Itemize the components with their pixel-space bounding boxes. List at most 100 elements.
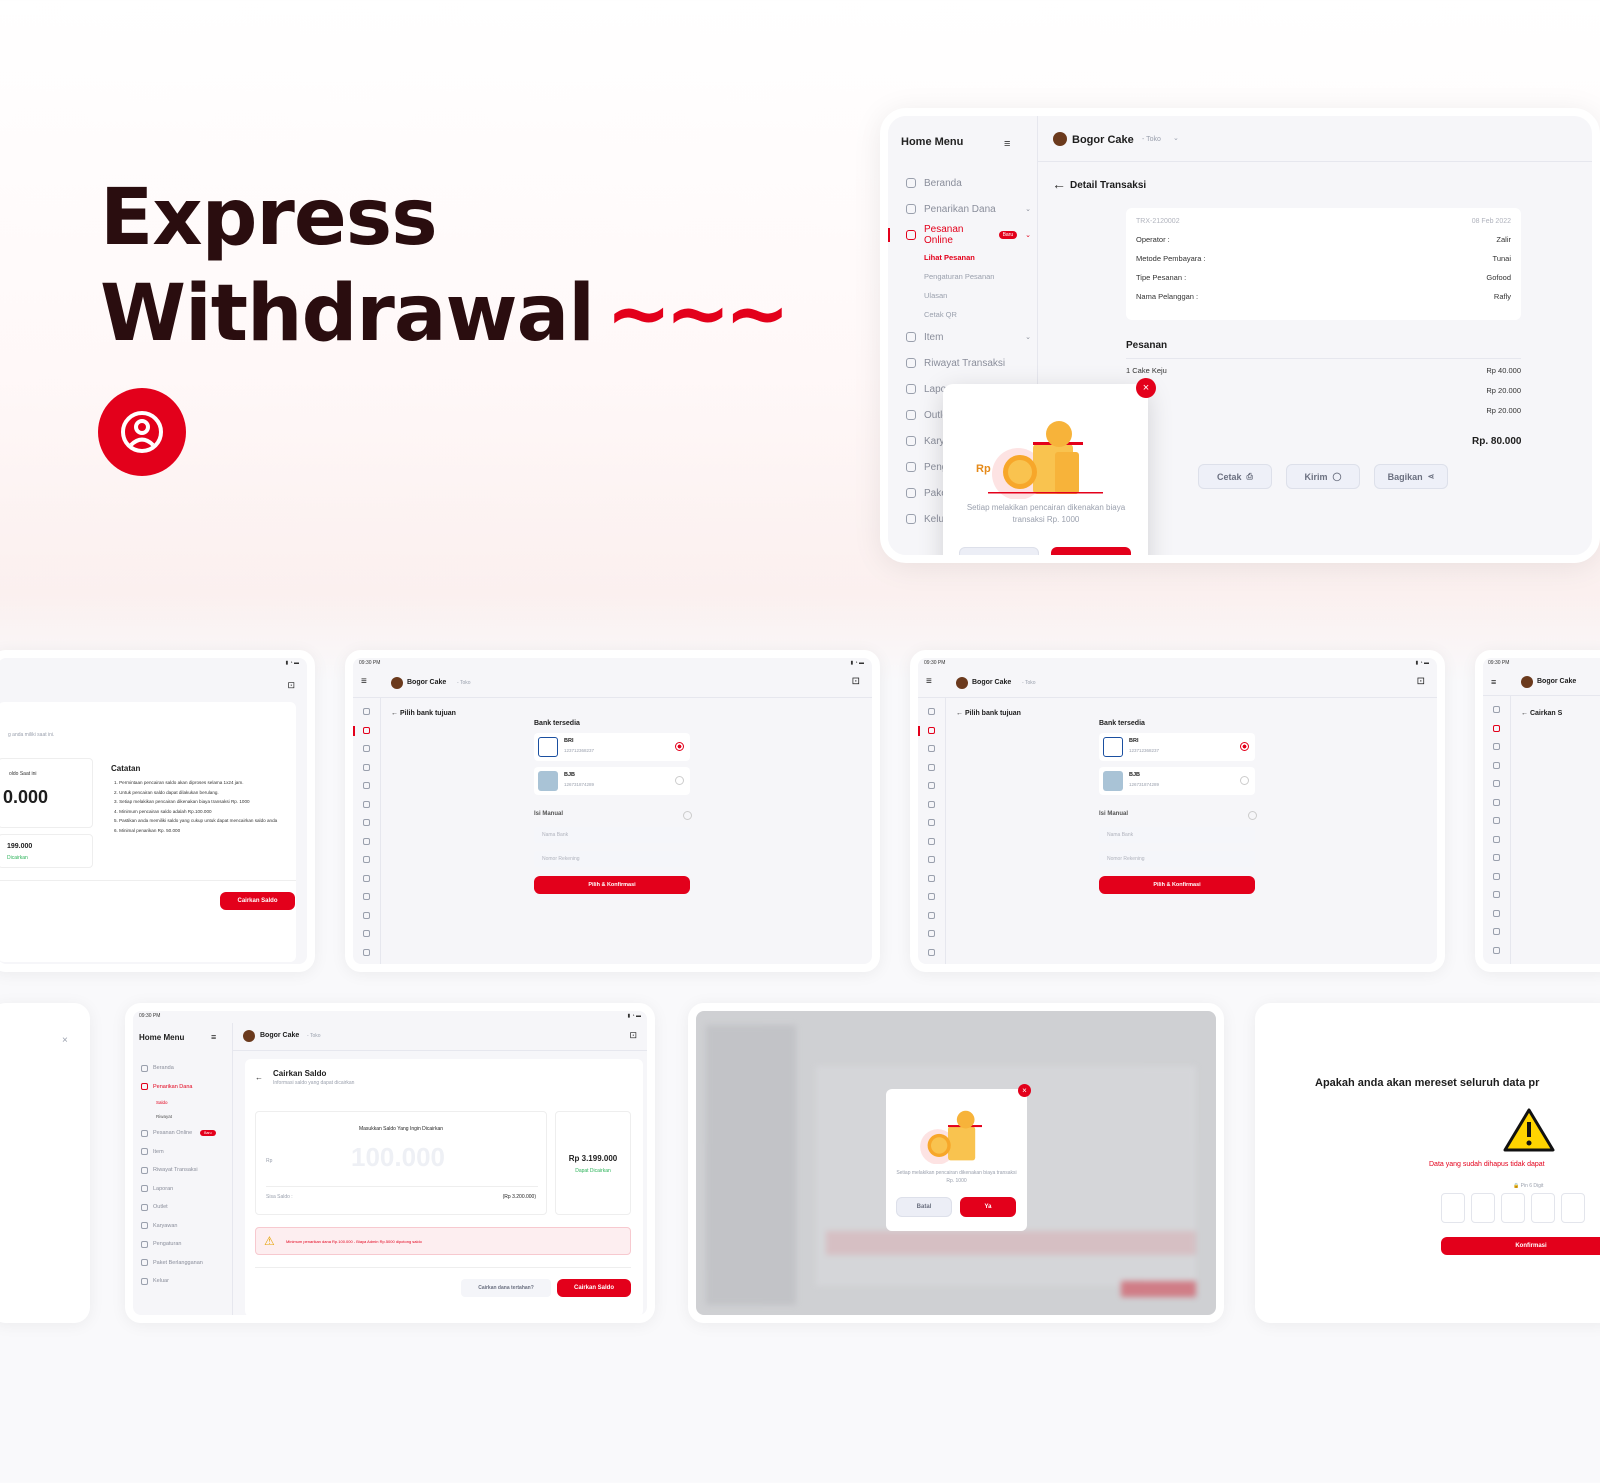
bank-name-input[interactable]: Nama Bank [534, 827, 690, 843]
sidebar-item-paket-berlangganan[interactable]: Paket Berlangganan [141, 1254, 231, 1273]
chevron-down-icon[interactable]: ⌄ [1025, 231, 1031, 239]
sidebar-icon[interactable] [363, 948, 370, 956]
sidebar-item-riwayat-transaksi[interactable]: Riwayat Transaksi [141, 1161, 231, 1180]
sidebar-icon[interactable] [363, 856, 370, 863]
cairkan-saldo-button[interactable]: Cairkan Saldo [220, 892, 295, 910]
confirm-bank-button[interactable]: Pilih & Konfirmasi [1099, 876, 1255, 894]
sidebar-item-penarikan-dana[interactable]: Penarikan Dana ⌄ [906, 196, 1031, 222]
tertahan-button[interactable]: Cairkan dana tertahan? [461, 1279, 551, 1297]
menu-toggle-icon[interactable]: ≡ [211, 1032, 216, 1042]
sidebar-icon[interactable] [363, 745, 370, 752]
sidebar-item-keluar[interactable]: Keluar [141, 1272, 231, 1291]
sidebar-item-laporan[interactable]: Laporan [141, 1180, 231, 1199]
sidebar-icon[interactable] [1493, 872, 1500, 880]
sidebar-item-penarikan-dana[interactable]: Penarikan Dana [141, 1078, 231, 1097]
sidebar-item-item[interactable]: Item ⌄ [906, 324, 1031, 350]
pin-digit-box[interactable] [1441, 1193, 1465, 1223]
sidebar-icon[interactable] [1493, 909, 1500, 917]
radio-button[interactable] [1240, 742, 1249, 751]
close-icon[interactable]: × [1136, 378, 1156, 398]
cancel-button[interactable]: Batal [896, 1197, 952, 1217]
sidebar-icon[interactable] [363, 763, 370, 771]
account-number-input[interactable]: Nomor Rekening [1099, 851, 1255, 867]
radio-button[interactable] [1248, 811, 1257, 820]
sidebar-icon[interactable] [363, 800, 370, 808]
submenu-item[interactable]: Ulasan [906, 286, 1031, 305]
sidebar-item-pesanan-online[interactable]: Pesanan Online Baru [141, 1124, 231, 1143]
pin-digit-box[interactable] [1561, 1193, 1585, 1223]
confirm-button[interactable]: Ya [1051, 547, 1131, 555]
scan-icon[interactable]: ⊡ [629, 1030, 637, 1041]
sidebar-icon[interactable] [363, 874, 370, 882]
menu-icon[interactable]: ≡ [361, 676, 367, 687]
sidebar-item-karyawan[interactable]: Karyawan [141, 1217, 231, 1236]
amount-input-box[interactable]: Masukkan Saldo Yang Ingin Dicairkan Rp 1… [255, 1111, 547, 1215]
sidebar-icon[interactable] [1493, 798, 1500, 806]
back-arrow-icon[interactable]: ← [255, 1073, 263, 1082]
pin-digit-box[interactable] [1471, 1193, 1495, 1223]
sidebar-icon[interactable] [1493, 780, 1500, 787]
sidebar-icon[interactable] [1493, 724, 1500, 732]
radio-button[interactable] [675, 742, 684, 751]
bank-option-bjb[interactable]: BJB 126731874289 [534, 767, 690, 795]
account-number-input[interactable]: Nomor Rekening [534, 851, 690, 867]
radio-button[interactable] [675, 776, 684, 785]
menu-icon[interactable]: ≡ [1491, 677, 1496, 687]
pin-digit-box[interactable] [1501, 1193, 1525, 1223]
sidebar-icon[interactable] [1493, 817, 1500, 824]
sidebar-icon[interactable] [928, 708, 935, 715]
submenu-item[interactable]: Riwayat [141, 1110, 231, 1124]
bagikan-button[interactable]: Bagikan ⋖ [1374, 464, 1448, 489]
chevron-down-icon[interactable]: ⌄ [1173, 134, 1179, 142]
sidebar-item-beranda[interactable]: Beranda [141, 1059, 231, 1078]
sidebar-icon[interactable] [363, 893, 370, 900]
submenu-item[interactable]: Cetak QR [906, 305, 1031, 324]
sidebar-icon[interactable] [928, 930, 935, 937]
scan-icon[interactable]: ⊡ [1417, 676, 1425, 687]
sidebar-icon[interactable] [1493, 891, 1500, 898]
sidebar-icon[interactable] [1493, 761, 1500, 769]
store-name[interactable]: Bogor Cake [1072, 134, 1134, 146]
bank-option-bri[interactable]: BRI 123712368237 [1099, 733, 1255, 761]
sidebar-icon[interactable] [928, 763, 935, 771]
radio-button[interactable] [1240, 776, 1249, 785]
sidebar-icon[interactable] [363, 837, 370, 845]
sidebar-icon[interactable] [363, 819, 370, 826]
sidebar-item-item[interactable]: Item [141, 1143, 231, 1162]
back-arrow-icon[interactable]: ← [956, 710, 965, 717]
sidebar-icon[interactable] [1493, 965, 1500, 972]
pin-input[interactable] [1441, 1193, 1585, 1223]
sidebar-icon[interactable] [928, 726, 935, 734]
close-icon[interactable]: × [1018, 1084, 1031, 1097]
bank-option-bri[interactable]: BRI 123712368237 [534, 733, 690, 761]
sidebar-icon[interactable] [363, 911, 370, 919]
confirm-bank-button[interactable]: Pilih & Konfirmasi [534, 876, 690, 894]
submenu-item[interactable]: Saldo [141, 1096, 231, 1110]
sidebar-item-pesanan-online[interactable]: Pesanan Online Baru ⌄ [888, 222, 1031, 248]
cetak-button[interactable]: Cetak ⎙ [1198, 464, 1272, 489]
pin-digit-box[interactable] [1531, 1193, 1555, 1223]
chevron-down-icon[interactable]: ⌄ [1025, 333, 1031, 341]
sidebar-icon[interactable] [928, 874, 935, 882]
back-arrow-icon[interactable]: ← [1052, 176, 1066, 192]
kirim-button[interactable]: Kirim ◯ [1286, 464, 1360, 489]
sidebar-item-pengaturan[interactable]: Pengaturan [141, 1235, 231, 1254]
cancel-button[interactable]: Batal [959, 547, 1039, 555]
sidebar-icon[interactable] [928, 911, 935, 919]
submenu-item[interactable]: Lihat Pesanan [906, 248, 1031, 267]
sidebar-icon[interactable] [928, 893, 935, 900]
sidebar-icon[interactable] [363, 726, 370, 734]
sidebar-item-outlet[interactable]: Outlet [141, 1198, 231, 1217]
menu-toggle-icon[interactable]: ≡ [1004, 138, 1010, 150]
bank-name-input[interactable]: Nama Bank [1099, 827, 1255, 843]
sidebar-icon[interactable] [928, 837, 935, 845]
scan-icon[interactable]: ⊡ [852, 676, 860, 687]
sidebar-icon[interactable] [928, 745, 935, 752]
back-arrow-icon[interactable]: ← [391, 710, 400, 717]
sidebar-icon[interactable] [1493, 743, 1500, 750]
sidebar-icon[interactable] [928, 948, 935, 956]
sidebar-icon[interactable] [1493, 706, 1500, 713]
sidebar-icon[interactable] [928, 819, 935, 826]
chevron-down-icon[interactable]: ⌄ [1025, 205, 1031, 213]
scan-icon[interactable]: ⊡ [287, 680, 295, 691]
